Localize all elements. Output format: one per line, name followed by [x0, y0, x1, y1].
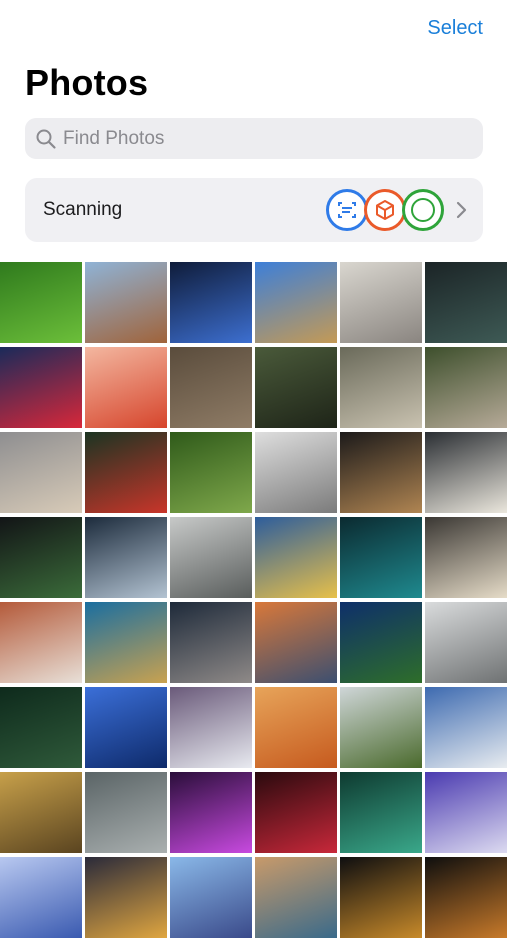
photo-thumbnail[interactable] [170, 347, 252, 428]
photo-thumbnail[interactable] [0, 432, 82, 513]
photo-thumbnail[interactable] [425, 517, 507, 598]
scanning-label: Scanning [43, 199, 123, 220]
photo-thumbnail[interactable] [425, 687, 507, 768]
photo-thumbnail[interactable] [255, 432, 337, 513]
photo-thumbnail[interactable] [170, 517, 252, 598]
photo-thumbnail[interactable] [85, 772, 167, 853]
photo-thumbnail[interactable] [340, 347, 422, 428]
photo-thumbnail[interactable] [255, 262, 337, 343]
face-circle-icon [402, 189, 444, 231]
photo-thumbnail[interactable] [425, 857, 507, 938]
photo-thumbnail[interactable] [425, 262, 507, 343]
photo-thumbnail[interactable] [85, 602, 167, 683]
magnifying-glass-icon [36, 129, 56, 149]
photo-thumbnail[interactable] [170, 432, 252, 513]
photo-thumbnail[interactable] [255, 517, 337, 598]
photo-thumbnail[interactable] [0, 517, 82, 598]
photo-thumbnail[interactable] [255, 772, 337, 853]
chevron-right-icon [456, 201, 467, 219]
photo-thumbnail[interactable] [85, 857, 167, 938]
photo-thumbnail[interactable] [85, 517, 167, 598]
photo-thumbnail[interactable] [170, 772, 252, 853]
photo-grid [0, 262, 507, 938]
photo-thumbnail[interactable] [85, 432, 167, 513]
scanning-icons [325, 188, 445, 232]
photo-thumbnail[interactable] [0, 347, 82, 428]
photo-thumbnail[interactable] [85, 687, 167, 768]
search-input[interactable] [63, 127, 443, 150]
photo-thumbnail[interactable] [340, 432, 422, 513]
photo-thumbnail[interactable] [340, 857, 422, 938]
photo-thumbnail[interactable] [255, 687, 337, 768]
page-title: Photos [25, 62, 149, 103]
photo-thumbnail[interactable] [425, 772, 507, 853]
photo-thumbnail[interactable] [255, 602, 337, 683]
photo-thumbnail[interactable] [340, 687, 422, 768]
photo-thumbnail[interactable] [425, 432, 507, 513]
photo-thumbnail[interactable] [170, 602, 252, 683]
photo-thumbnail[interactable] [340, 602, 422, 683]
photo-thumbnail[interactable] [340, 517, 422, 598]
scanning-row[interactable]: Scanning [25, 178, 483, 242]
photo-thumbnail[interactable] [340, 262, 422, 343]
photo-thumbnail[interactable] [0, 262, 82, 343]
photo-thumbnail[interactable] [85, 262, 167, 343]
photo-thumbnail[interactable] [425, 347, 507, 428]
photo-thumbnail[interactable] [255, 857, 337, 938]
photo-thumbnail[interactable] [340, 772, 422, 853]
photo-thumbnail[interactable] [0, 772, 82, 853]
search-bar[interactable] [25, 118, 483, 159]
photo-thumbnail[interactable] [0, 687, 82, 768]
photo-thumbnail[interactable] [255, 347, 337, 428]
photo-thumbnail[interactable] [425, 602, 507, 683]
photo-thumbnail[interactable] [85, 347, 167, 428]
photo-thumbnail[interactable] [170, 262, 252, 343]
photo-thumbnail[interactable] [170, 857, 252, 938]
photo-thumbnail[interactable] [0, 602, 82, 683]
photo-thumbnail[interactable] [0, 857, 82, 938]
select-button[interactable]: Select [427, 17, 483, 40]
photo-thumbnail[interactable] [170, 687, 252, 768]
